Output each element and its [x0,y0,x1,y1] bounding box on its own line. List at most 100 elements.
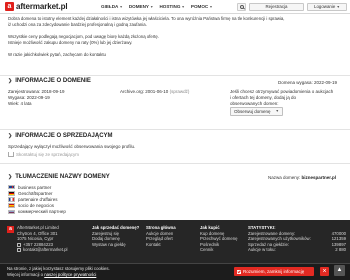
archive-value: 2001-06-10 [145,89,169,94]
chevron-right-icon: ❯ [8,78,13,84]
envelope-icon [17,248,21,253]
footer-link[interactable]: Cennik [200,247,238,253]
translation-heading: ❯ TŁUMACZENIE NAZWY DOMENY [8,174,110,180]
top-header: a aftermarket.pl GIEŁDA ▼ DOMENY ▼ HOSTING… [0,0,350,14]
footer-link[interactable]: Przechwyć domenę [200,236,238,242]
chevron-down-icon: ▼ [275,109,279,113]
divider [0,75,350,76]
domain-dates: Zarejestrowana: 2018-09-19 Wygasa: 2022-… [8,89,65,107]
nav-domeny[interactable]: DOMENY ▼ [129,4,154,9]
chevron-down-icon: ▼ [209,4,213,9]
footer-logo-mark: a [7,226,14,233]
cookie-accept-label: Rozumiem, zamknij informację [243,269,305,274]
chevron-down-icon: ▼ [150,4,154,9]
translation-list: business partner Geschäftspartner parten… [8,184,66,215]
register-button[interactable]: Rejestracja [249,3,304,11]
domain-description: Dobra domena to istotny element każdej d… [8,16,344,58]
intro-line: W razie jakichkolwiek pytań, zachęcam do… [8,52,106,57]
registered-label: Zarejestrowana: [8,89,41,94]
translation-text: business partner [18,184,52,190]
cookie-banner: Na stronie, z jakiej korzystasz stosujem… [0,263,350,280]
divider [0,129,350,130]
archive-check-link[interactable]: (sprawdź) [170,89,190,94]
chevron-right-icon: ❯ [8,174,13,180]
translation-text: partenaire d'affaires [18,196,58,202]
archive-info: Archive.org: 2001-06-10 (sprawdź) [120,89,189,95]
cookie-accept-button[interactable]: Rozumiem, zamknij informację [234,267,314,276]
chevron-down-icon: ▼ [336,5,340,9]
nav-gielda[interactable]: GIEŁDA ▼ [101,4,123,9]
flag-de-icon [8,191,15,196]
footer-stats: STATYSTYKI: Zarejestrowane domeny: 470000… [248,225,346,253]
seller-info-title: INFORMACJE O SPRZEDAJĄCYM [15,133,113,139]
close-icon[interactable]: × [320,267,329,276]
flag-es-icon [8,203,15,208]
logo-text: aftermarket.pl [16,2,68,11]
observe-domain-button[interactable]: Obserwuj domenę ▼ [230,107,283,116]
domain-info-heading: ❯ INFORMACJE O DOMENIE [8,78,91,84]
phone-icon [17,242,21,247]
expires-value: 2022-09-19 [26,95,50,100]
contact-seller-link[interactable]: Skontaktuj się ze sprzedającym [8,152,79,157]
registered-value: 2018-09-19 [41,89,65,94]
translation-text: коммерческий партнер [18,209,66,215]
search-icon [239,5,244,9]
stats-label: Aukcje w toku: [248,247,276,253]
chevron-down-icon: ▼ [181,4,185,9]
nav-hosting[interactable]: HOSTING ▼ [159,4,184,9]
envelope-icon [8,152,14,157]
translation-text: Geschäftspartner [18,190,53,196]
expires-summary: Domena wygasa: 2022-09-19 [278,80,338,85]
main-nav: GIEŁDA ▼ DOMENY ▼ HOSTING ▼ POMOC ▼ [101,4,213,9]
observe-label: Obserwuj domenę [234,109,271,114]
chevron-down-icon: ▼ [119,4,123,9]
flag-gb-icon [8,184,15,190]
expires-label: Wygasa: [8,95,26,100]
search-button[interactable] [237,3,246,11]
footer-col-buy: Jak kupić Kup domenę Przechwyć domenę Po… [200,225,238,253]
nav-gielda-label: GIEŁDA [101,4,119,9]
footer-col-heading: Strona główna [146,225,176,230]
domain-name-label: Nazwa domeny: biznespartner.pl [268,175,336,180]
logo-mark: a [5,2,14,11]
nav-domeny-label: DOMENY [128,4,149,9]
footer-col-sell: Jak sprzedać domenę? Zarejestruj się Dod… [92,225,139,247]
footer-logo: a AfterMarket.pl Limited Chytron 4, Offi… [7,225,67,253]
translation-title: TŁUMACZENIE NAZWY DOMENY [15,174,110,180]
chevron-right-icon: ❯ [8,133,13,139]
cookie-prefix: Więcej informacji o [7,271,45,277]
age-value: 4 lata [20,101,32,106]
footer-address: AfterMarket.pl Limited Chytron 4, Office… [17,225,67,253]
nav-pomoc-label: POMOC [190,4,209,9]
list-item: коммерческий партнер [8,209,66,215]
contact-seller-label: Skontaktuj się ze sprzedającym [16,152,80,157]
scroll-to-top-icon[interactable]: ▲ [334,265,345,276]
email-row[interactable]: kontakt@aftermarket.pl [17,247,67,253]
age-label: Wiek: [8,101,20,106]
cookie-line: Więcej informacji o naszej polityce pryw… [7,272,110,278]
stats-row: Aukcje w toku: 2 880 [248,247,346,253]
domain-info-title: INFORMACJE O DOMENIE [15,78,91,84]
stats-value: 2 880 [335,247,346,253]
domain-name-value: biznespartner.pl [301,175,337,180]
cookie-text: Na stronie, z jakiej korzystasz stosujem… [7,266,110,277]
divider [0,163,350,164]
flag-ru-icon [8,209,15,215]
footer-link[interactable]: Wystaw na giełdę [92,242,139,248]
nav-hosting-label: HOSTING [159,4,181,9]
footer-col-main: Strona główna Aukcje domen Przegląd ofer… [146,225,176,247]
privacy-policy-link[interactable]: naszej polityce prywatności [44,272,96,277]
checkmark-icon [237,269,241,274]
nav-pomoc[interactable]: POMOC ▼ [191,4,213,9]
login-label: Logowanie [314,4,336,9]
footer-link[interactable]: Kontakt [146,242,176,248]
archive-label: Archive.org: [120,89,145,94]
site-logo[interactable]: a aftermarket.pl [5,2,68,11]
flag-fr-icon [8,197,15,202]
seller-info-heading: ❯ INFORMACJE O SPRZEDAJĄCYM [8,133,113,139]
footer-link[interactable]: Przegląd ofert [146,236,176,242]
translation-text: socio de negocios [18,203,55,209]
seller-info-text: Sprzedający wyłączył możliwość obserwowa… [8,144,136,149]
email-value: kontakt@aftermarket.pl [23,247,68,253]
login-button[interactable]: Logowanie ▼ [307,3,347,11]
